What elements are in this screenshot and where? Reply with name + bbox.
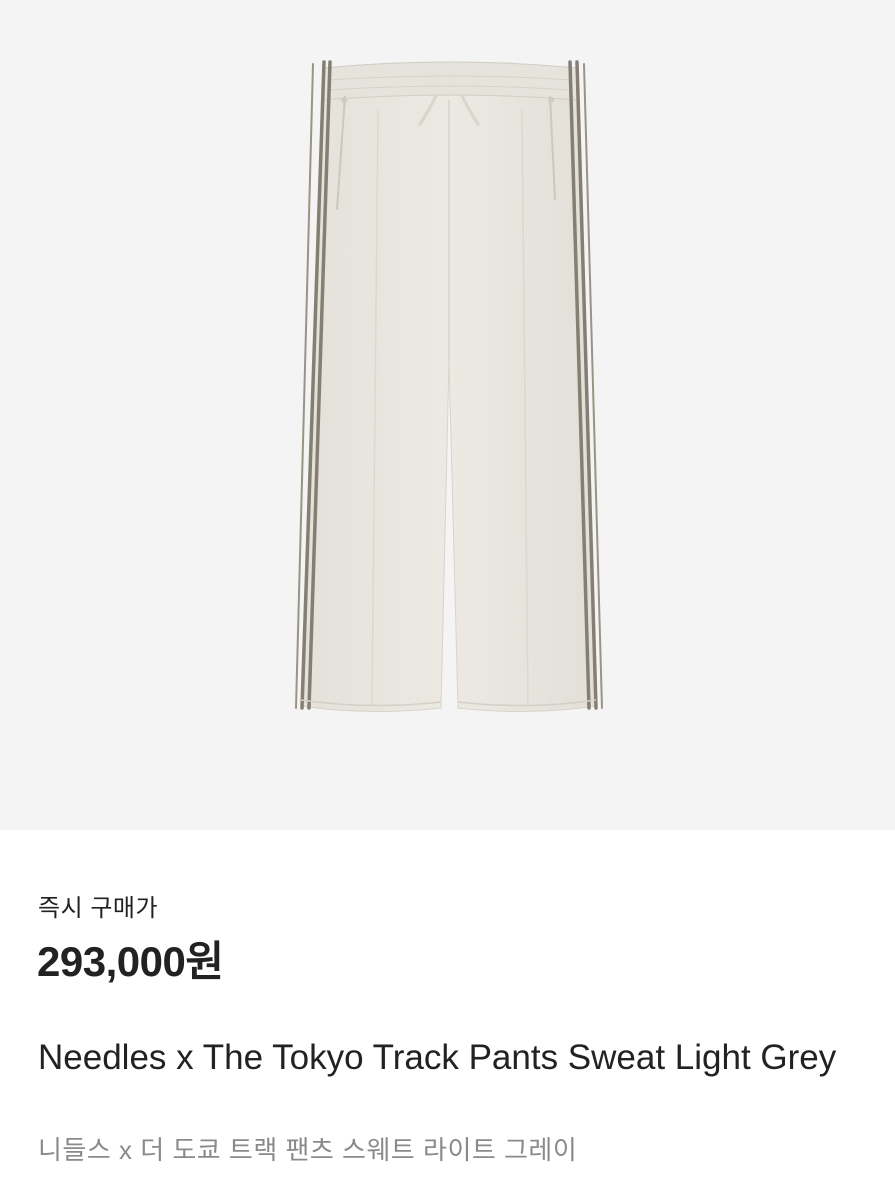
product-image[interactable]: [0, 0, 895, 830]
instant-buy-price-label: 즉시 구매가: [38, 895, 159, 922]
track-pants-illustration: [295, 60, 603, 713]
product-title: Needles x The Tokyo Track Pants Sweat Li…: [38, 1038, 837, 1077]
waistband: [321, 61, 579, 101]
product-subtitle-korean: 니들스 x 더 도쿄 트랙 팬츠 스웨트 라이트 그레이: [38, 1135, 578, 1165]
instant-buy-price: 293,000원: [37, 938, 224, 985]
